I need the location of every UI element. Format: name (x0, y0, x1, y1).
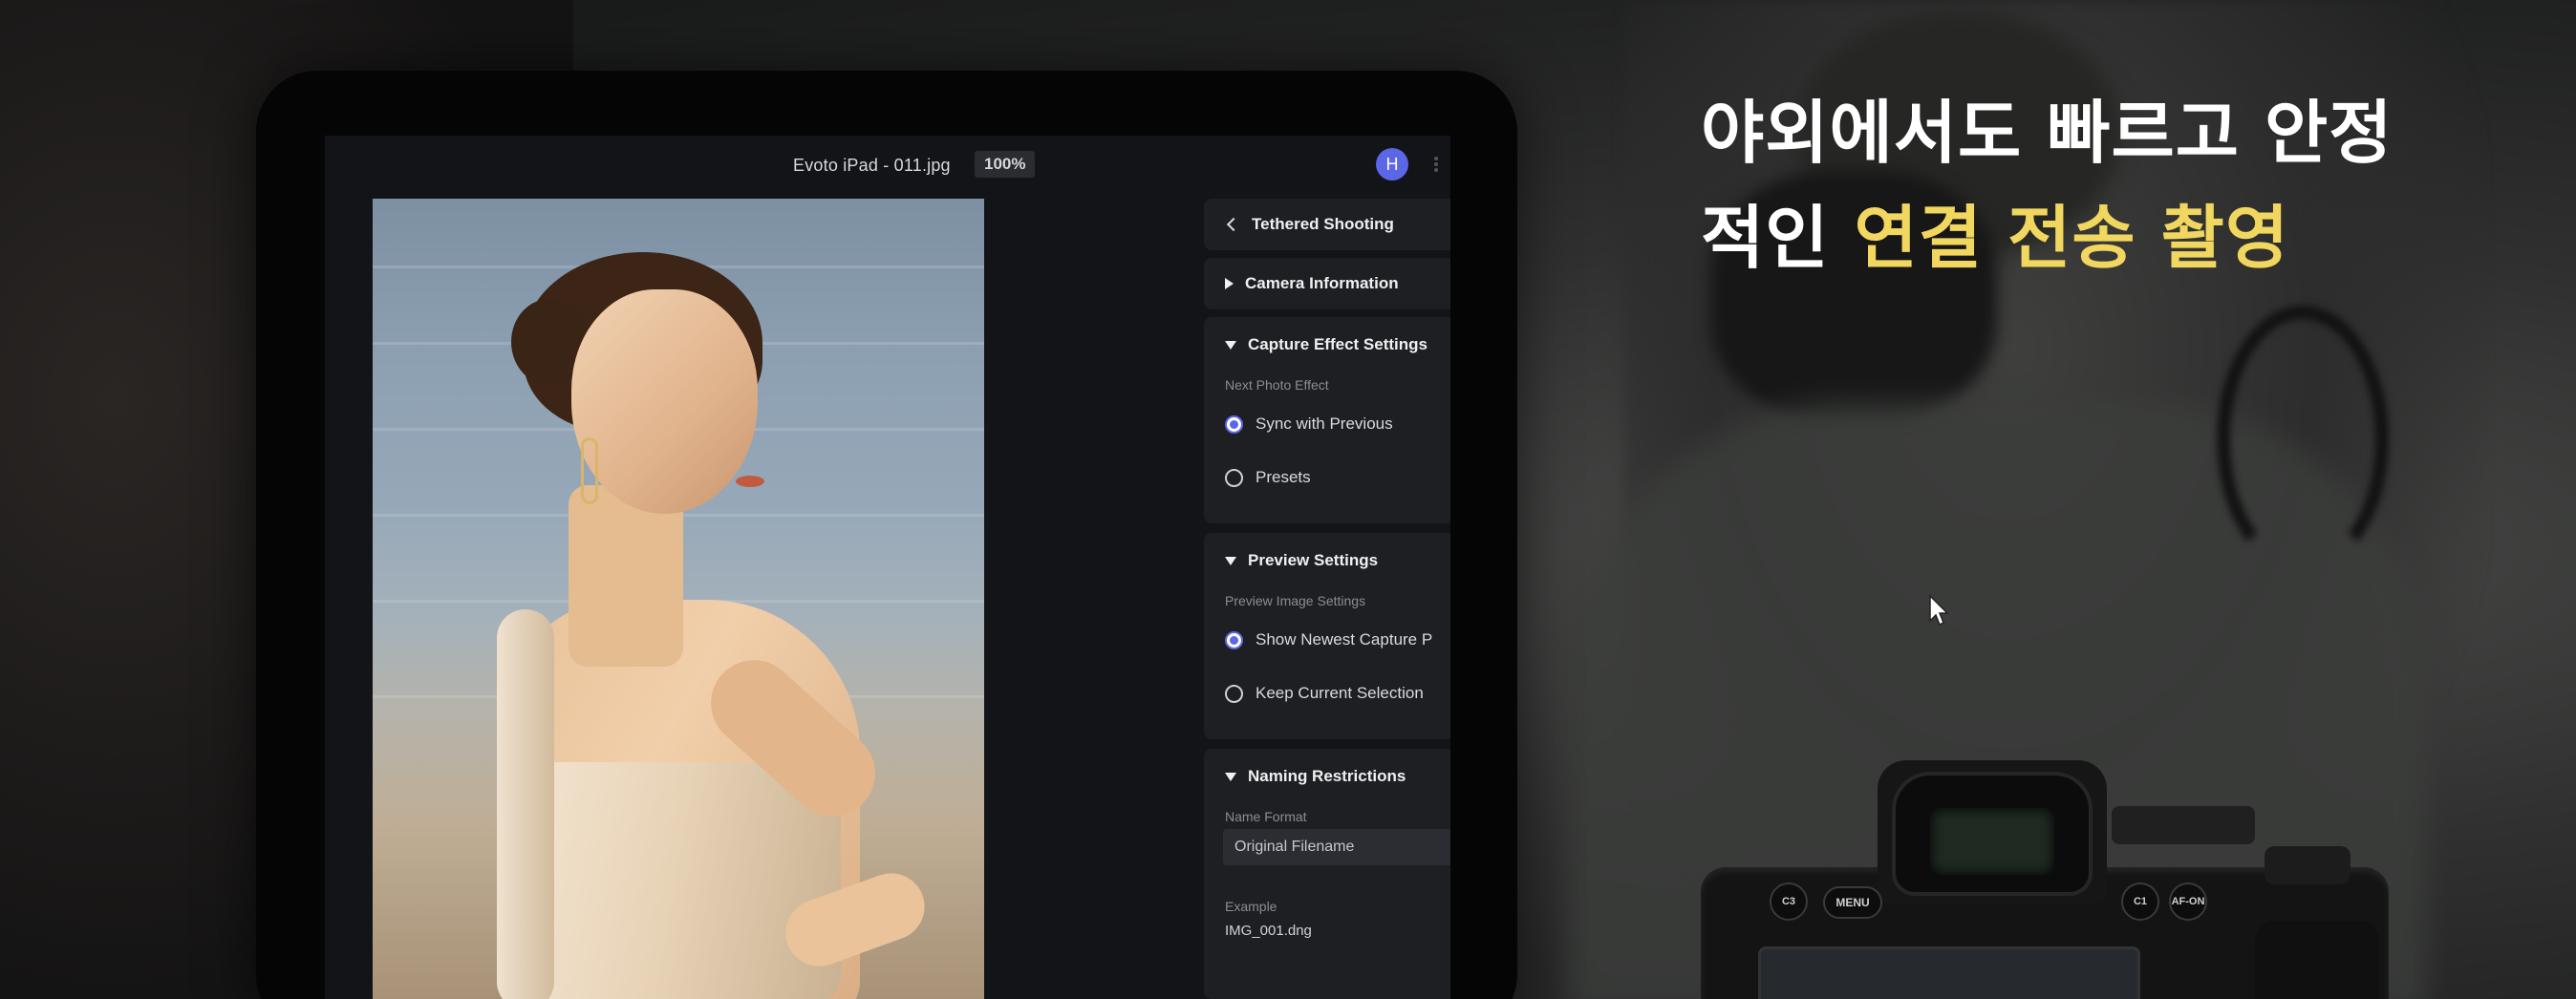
name-format-field[interactable]: Original Filename (1223, 829, 1450, 865)
radio-label: Show Newest Capture P (1256, 630, 1433, 648)
capture-effect-settings-section: Capture Effect Settings Next Photo Effec… (1204, 317, 1450, 523)
mirrorless-camera: C3 MENU C1 AF-ON (1701, 760, 2389, 999)
camera-dial (2112, 806, 2255, 844)
camera-strap (2217, 306, 2389, 573)
tethered-shooting-panel: Tethered Shooting Camera Information Cap… (1204, 199, 1450, 999)
section-title: Preview Settings (1248, 551, 1379, 569)
radio-show-newest-capture[interactable]: Show Newest Capture P (1204, 613, 1450, 667)
camera-button-menu: MENU (1823, 886, 1882, 919)
camera-grip (2255, 921, 2379, 999)
app-screen: Evoto iPad - 011.jpg 100% H Tethered Sho… (325, 136, 1450, 999)
radio-sync-with-previous[interactable]: Sync with Previous (1204, 397, 1450, 451)
section-title: Camera Information (1245, 274, 1399, 292)
radio-label: Presets (1256, 468, 1311, 486)
promo-headline: 야외에서도 빠르고 안정 적인 연결 전송 촬영 (1701, 80, 2542, 290)
example-filename: IMG_001.dng (1225, 923, 1312, 939)
back-button-label: Tethered Shooting (1252, 215, 1394, 233)
camera-rear-screen (1758, 946, 2140, 999)
camera-button-c1: C1 (2121, 882, 2159, 921)
mouse-cursor-icon (1929, 594, 1949, 627)
file-title: Evoto iPad - 011.jpg (793, 156, 951, 175)
dress-strap (497, 609, 554, 999)
model-lips (736, 476, 764, 487)
user-avatar[interactable]: H (1376, 148, 1408, 181)
caret-down-icon (1225, 772, 1236, 781)
section-title: Capture Effect Settings (1248, 335, 1428, 353)
naming-restrictions-section: Naming Restrictions Name Format Original… (1204, 749, 1450, 999)
example-label: Example (1225, 899, 1277, 914)
radio-selected-icon (1225, 414, 1243, 434)
chevron-left-icon (1226, 217, 1241, 232)
headline-accent-text: 연결 전송 촬영 (1854, 198, 2290, 278)
section-title: Naming Restrictions (1248, 767, 1406, 785)
camera-viewfinder-glass (1930, 808, 2054, 875)
radio-unselected-icon (1225, 468, 1243, 487)
preview-settings-section: Preview Settings Preview Image Settings … (1204, 533, 1450, 739)
caret-down-icon (1225, 556, 1236, 565)
radio-presets[interactable]: Presets (1204, 451, 1450, 504)
photo-canvas[interactable] (373, 199, 984, 999)
camera-information-section[interactable]: Camera Information (1204, 258, 1450, 309)
radio-keep-current-selection[interactable]: Keep Current Selection (1204, 667, 1450, 720)
section-header[interactable]: Naming Restrictions (1204, 749, 1450, 804)
caret-right-icon (1225, 278, 1234, 289)
headline-plain-text: 적인 (1701, 198, 1855, 278)
radio-unselected-icon (1225, 684, 1243, 703)
caret-down-icon (1225, 340, 1236, 350)
camera-dial (2265, 846, 2351, 884)
section-header[interactable]: Capture Effect Settings (1204, 317, 1450, 372)
preview-image-settings-label: Preview Image Settings (1225, 593, 1366, 608)
name-format-label: Name Format (1225, 809, 1307, 824)
headline-line-2: 적인 연결 전송 촬영 (1701, 185, 2542, 290)
top-bar: Evoto iPad - 011.jpg 100% H (325, 136, 1450, 195)
model-earring (581, 437, 598, 504)
model-face (571, 289, 758, 514)
next-photo-effect-label: Next Photo Effect (1225, 377, 1329, 393)
headline-line-1: 야외에서도 빠르고 안정 (1701, 93, 2394, 173)
back-button[interactable]: Tethered Shooting (1204, 199, 1450, 250)
radio-label: Keep Current Selection (1256, 684, 1424, 702)
radio-label: Sync with Previous (1256, 414, 1393, 433)
section-header[interactable]: Preview Settings (1204, 533, 1450, 588)
camera-button-af-on: AF-ON (2169, 882, 2207, 921)
camera-button-c3: C3 (1770, 882, 1808, 921)
zoom-level-badge[interactable]: 100% (975, 151, 1036, 178)
radio-selected-icon (1225, 630, 1243, 649)
more-options-icon[interactable] (1433, 155, 1439, 178)
